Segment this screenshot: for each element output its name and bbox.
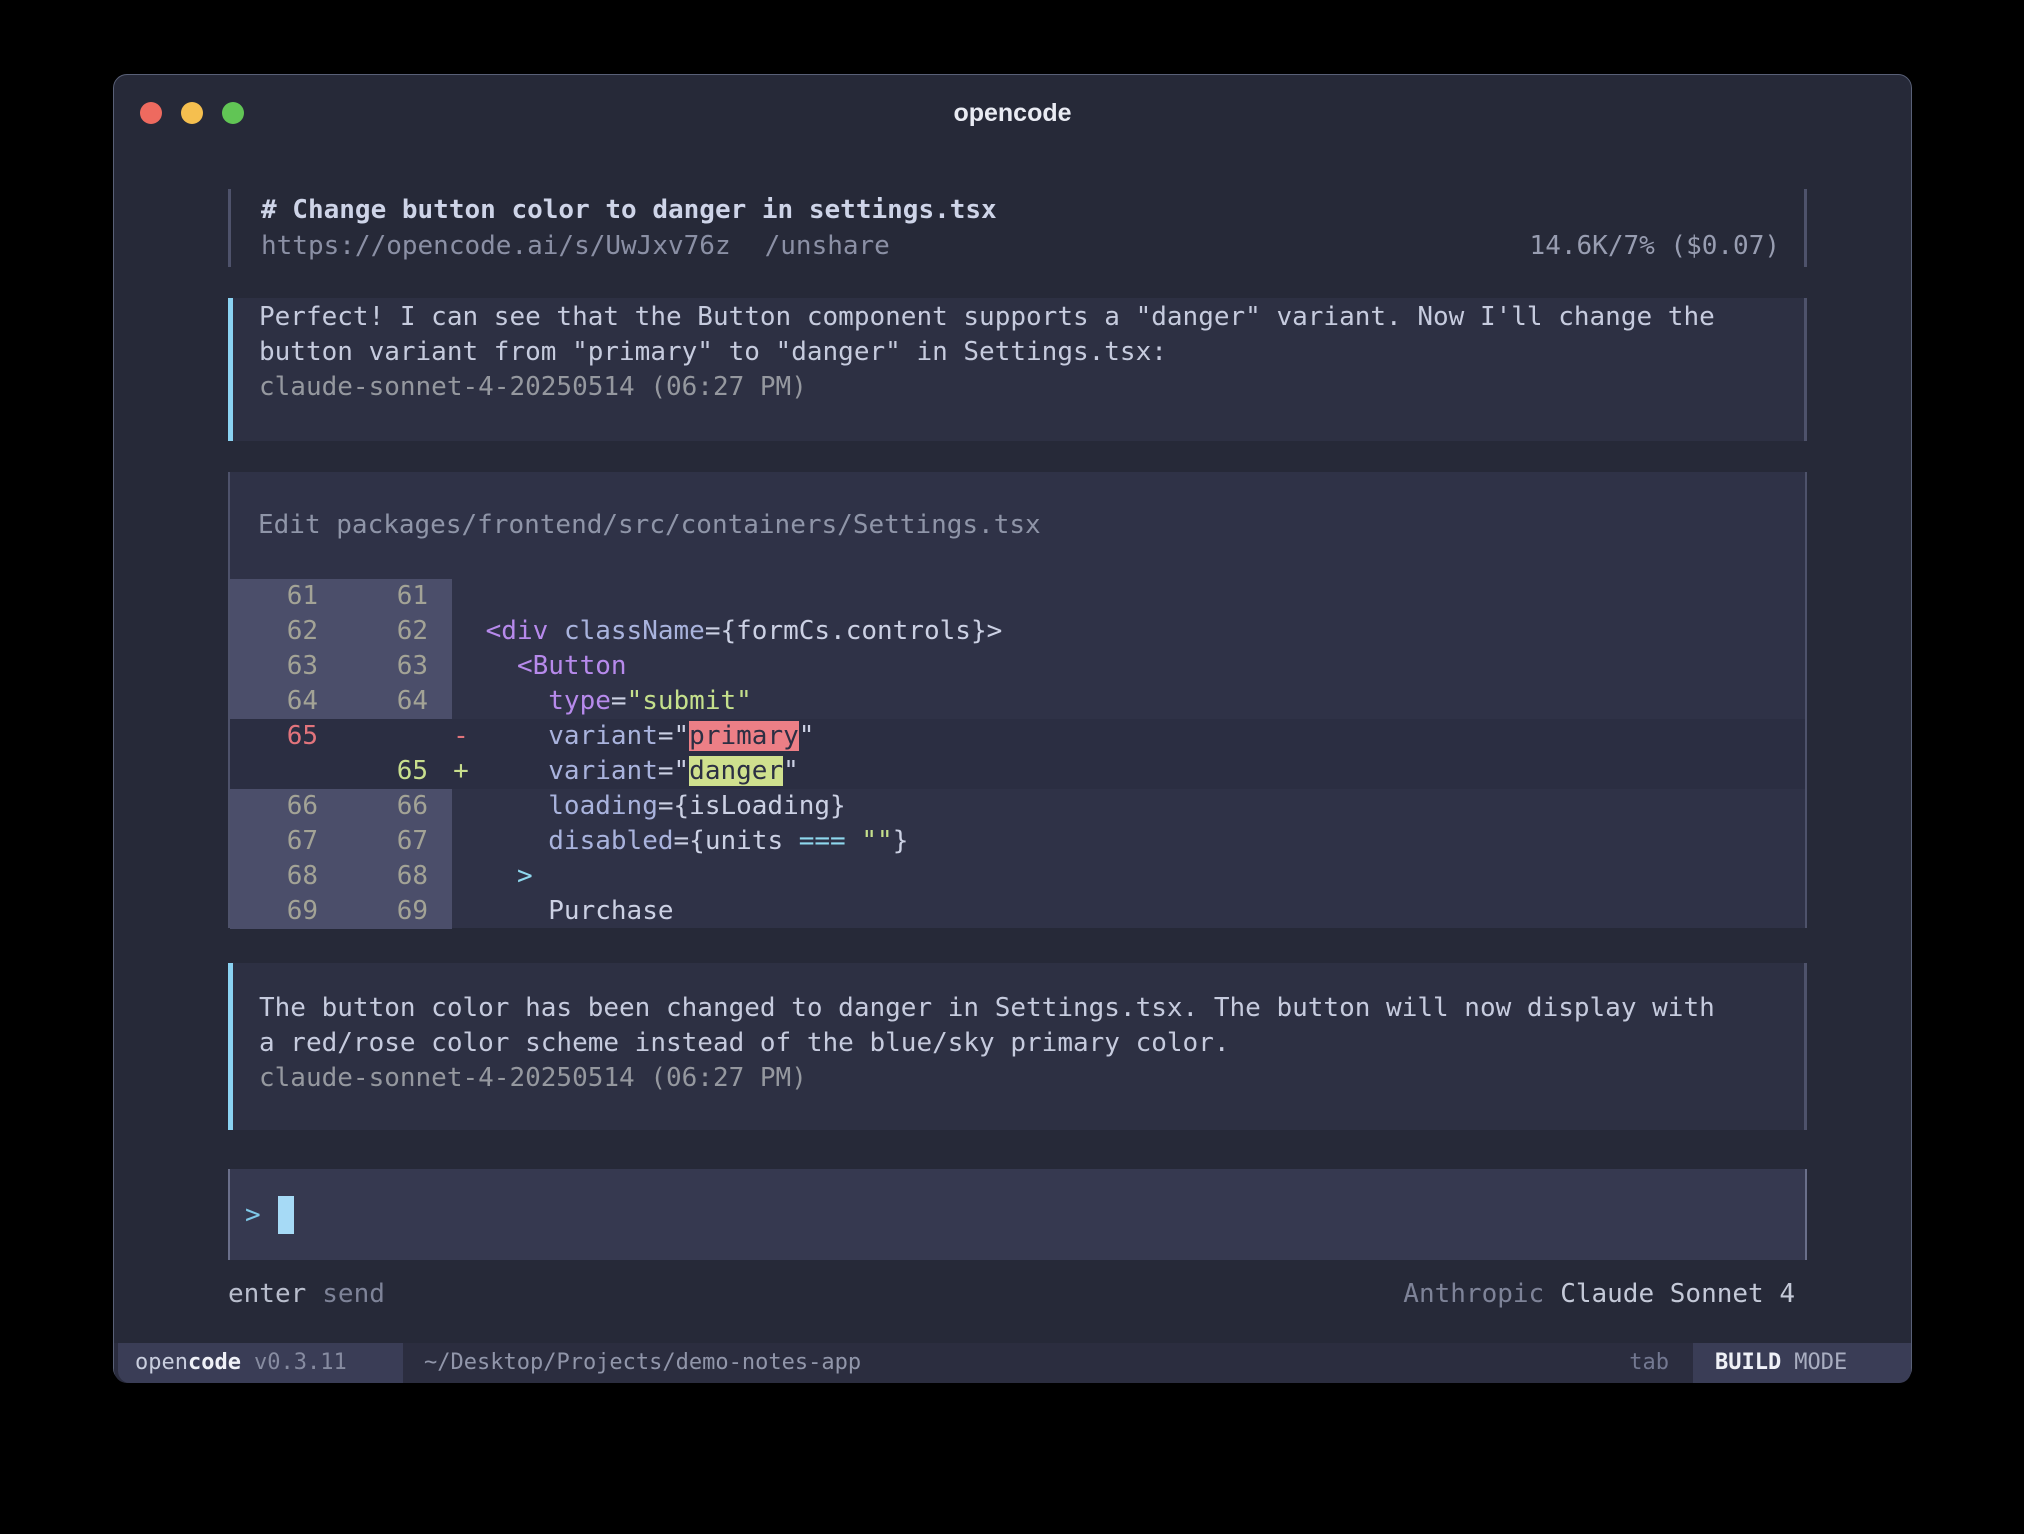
diff-row: 6161	[230, 579, 1805, 614]
model-indicator: Anthropic Claude Sonnet 4	[1403, 1279, 1795, 1309]
edit-tool-title: Edit packages/frontend/src/containers/Se…	[258, 508, 1041, 543]
diff-row: 6767 disabled={units === ""}	[230, 824, 1805, 859]
enter-key-hint: enter	[228, 1279, 306, 1309]
window-title: opencode	[114, 99, 1911, 128]
mode-toggle[interactable]: BUILD MODE	[1693, 1343, 1911, 1383]
model-meta: claude-sonnet-4-20250514 (06:27 PM)	[259, 1061, 1804, 1096]
diff-row: 65- variant="primary"	[230, 719, 1805, 754]
message-line: Perfect! I can see that the Button compo…	[259, 300, 1804, 335]
app-version-segment: opencode v0.3.11	[118, 1343, 403, 1383]
send-action-label: send	[322, 1279, 385, 1309]
diff-table: 61616262 <div className={formCs.controls…	[230, 579, 1805, 929]
diff-row: 65+ variant="danger"	[230, 754, 1805, 789]
text-cursor	[278, 1196, 294, 1234]
status-bar: opencode v0.3.11 ~/Desktop/Projects/demo-…	[114, 1343, 1911, 1383]
assistant-message: Perfect! I can see that the Button compo…	[228, 298, 1807, 441]
titlebar: opencode	[114, 75, 1911, 149]
prompt-input[interactable]: >	[228, 1169, 1807, 1260]
mode-suffix: MODE	[1794, 1350, 1847, 1375]
share-url-link[interactable]: https://opencode.ai/s/UwJxv76z	[261, 228, 731, 264]
assistant-message: The button color has been changed to dan…	[228, 963, 1807, 1130]
app-version: v0.3.11	[254, 1350, 347, 1375]
diff-row: 6262 <div className={formCs.controls}>	[230, 614, 1805, 649]
diff-row: 6969 Purchase	[230, 894, 1805, 929]
message-line: a red/rose color scheme instead of the b…	[259, 1026, 1804, 1061]
opencode-window: opencode # Change button color to danger…	[113, 74, 1912, 1382]
message-line: button variant from "primary" to "danger…	[259, 335, 1804, 370]
diff-row: 6666 loading={isLoading}	[230, 789, 1805, 824]
session-title: # Change button color to danger in setti…	[261, 192, 1780, 228]
context-stats: 14.6K/7% ($0.07)	[1530, 228, 1780, 264]
mode-name: BUILD	[1715, 1350, 1781, 1375]
prompt-symbol: >	[245, 1200, 261, 1230]
session-header: # Change button color to danger in setti…	[228, 189, 1807, 267]
tab-key-hint: tab	[1629, 1343, 1669, 1383]
working-directory: ~/Desktop/Projects/demo-notes-app	[424, 1343, 861, 1383]
unshare-command[interactable]: /unshare	[765, 228, 890, 264]
send-hint: enter send	[228, 1279, 385, 1309]
app-name: opencode	[135, 1350, 241, 1375]
model-label: Claude Sonnet 4	[1560, 1279, 1795, 1309]
edit-tool-block: Edit packages/frontend/src/containers/Se…	[228, 472, 1807, 928]
diff-row: 6868 >	[230, 859, 1805, 894]
message-line: The button color has been changed to dan…	[259, 991, 1804, 1026]
model-meta: claude-sonnet-4-20250514 (06:27 PM)	[259, 370, 1804, 405]
hint-bar: enter send Anthropic Claude Sonnet 4	[228, 1271, 1807, 1317]
diff-row: 6363 <Button	[230, 649, 1805, 684]
diff-row: 6464 type="submit"	[230, 684, 1805, 719]
provider-label: Anthropic	[1403, 1279, 1544, 1309]
